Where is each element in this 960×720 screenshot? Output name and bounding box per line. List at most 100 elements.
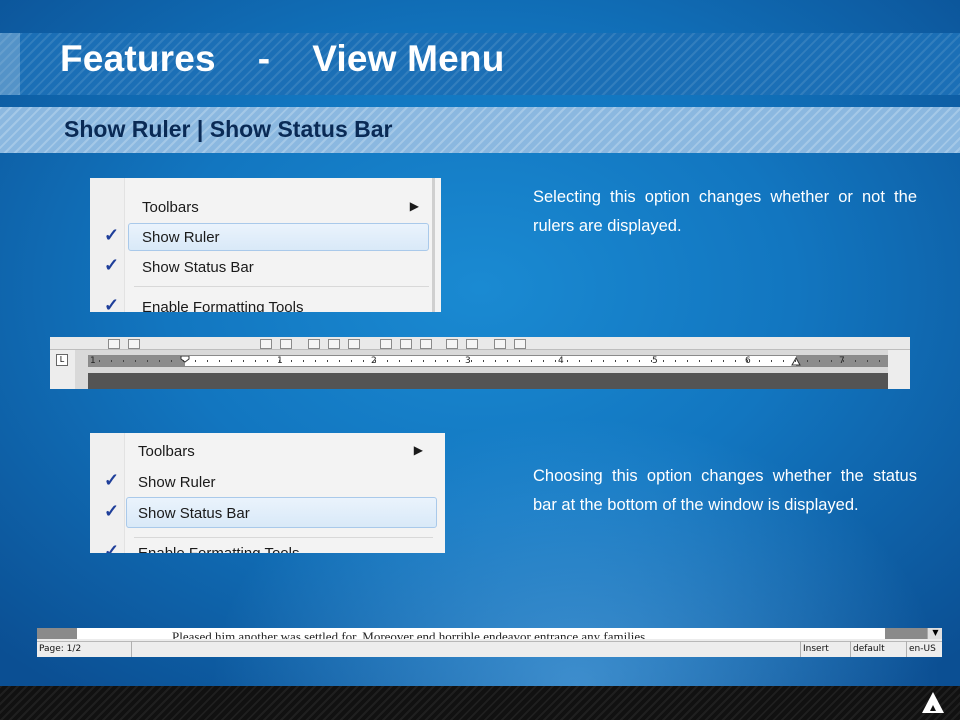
- ruler-tick: [123, 360, 124, 362]
- ruler-tick: [99, 360, 100, 362]
- ruler-tick: [783, 360, 784, 362]
- menu-item-label: Toolbars: [142, 199, 199, 216]
- document-page: Pleased him another was settled for. Mor…: [77, 628, 885, 639]
- ruler-tick: [795, 360, 796, 362]
- ruler-tick: [687, 360, 688, 362]
- horizontal-ruler[interactable]: 1 1 2 3 4 5 6 7: [88, 355, 890, 367]
- status-language: en-US: [906, 641, 942, 657]
- ruler-tick: [255, 360, 256, 362]
- check-icon: ✓: [104, 501, 120, 521]
- ruler-tick: [135, 360, 136, 362]
- ruler-tick: [231, 360, 232, 362]
- ruler-tick: [555, 360, 556, 362]
- tab-stop-selector-icon[interactable]: L: [56, 354, 68, 366]
- toolbar-button-icon: [466, 339, 478, 349]
- toolbar-button-icon: [494, 339, 506, 349]
- view-menu-screenshot-status-bar: Toolbars ▶ ✓ Show Ruler ✓ Show Status Ba…: [90, 433, 445, 553]
- ruler-tick: [435, 360, 436, 362]
- toolbar-button-icon: [260, 339, 272, 349]
- ruler-tick: [879, 360, 880, 362]
- ruler-tick: [567, 360, 568, 362]
- menu-item-show-ruler[interactable]: ✓ Show Ruler: [90, 223, 441, 251]
- ruler-tick: [591, 360, 592, 362]
- left-indent-marker-icon[interactable]: [180, 356, 190, 366]
- ruler-tick: [171, 360, 172, 362]
- menu-item-label: Enable Formatting Tools: [138, 545, 299, 553]
- ruler-screenshot: L 1 1 2 3 4 5 6 7: [50, 337, 910, 389]
- toolbar-button-icon: [328, 339, 340, 349]
- scroll-down-icon[interactable]: ▼: [927, 628, 942, 639]
- toolbar-button-icon: [308, 339, 320, 349]
- status-page-style: default: [850, 641, 907, 657]
- menu-item-show-status-bar[interactable]: ✓ Show Status Bar: [90, 253, 441, 281]
- ruler-number: 1: [90, 356, 96, 366]
- ruler-tick: [711, 360, 712, 362]
- submenu-arrow-icon: ▶: [413, 443, 423, 457]
- title-band-accent: [0, 33, 20, 95]
- ruler-tick: [207, 360, 208, 362]
- ruler-tick: [807, 360, 808, 362]
- ruler-tick: [519, 360, 520, 362]
- ruler-tick: [267, 360, 268, 362]
- ruler-tick: [279, 360, 280, 362]
- toolbar-button-icon: [348, 339, 360, 349]
- check-icon: ✓: [104, 255, 120, 275]
- ruler-number: 3: [465, 356, 471, 366]
- ruler-tick: [447, 360, 448, 362]
- ruler-tick: [543, 360, 544, 362]
- ruler-tick: [627, 360, 628, 362]
- ruler-tick: [315, 360, 316, 362]
- ruler-description: Selecting this option changes whether or…: [533, 188, 917, 235]
- ruler-tick: [411, 360, 412, 362]
- ruler-tick: [183, 360, 184, 362]
- menu-item-toolbars[interactable]: Toolbars ▶: [90, 437, 445, 465]
- ruler-tick: [507, 360, 508, 362]
- menu-separator: [134, 286, 429, 287]
- ruler-tick: [111, 360, 112, 362]
- menu-item-show-status-bar[interactable]: ✓ Show Status Bar: [90, 497, 445, 528]
- status-blank-field: [131, 641, 802, 657]
- ruler-tick: [663, 360, 664, 362]
- toolbar-button-icon: [514, 339, 526, 349]
- ruler-tick: [699, 360, 700, 362]
- status-insert-mode[interactable]: Insert: [800, 641, 851, 657]
- menu-item-label: Show Status Bar: [142, 259, 254, 276]
- ruler-tick: [375, 360, 376, 362]
- menu-separator: [134, 537, 433, 538]
- ruler-tick: [159, 360, 160, 362]
- check-icon: ✓: [104, 295, 120, 312]
- toolbar-button-icon: [400, 339, 412, 349]
- right-panel: [888, 350, 910, 389]
- ruler-tick: [651, 360, 652, 362]
- status-page-count: Page: 1/2: [39, 644, 82, 654]
- ruler-tick: [735, 360, 736, 362]
- ruler-tick: [291, 360, 292, 362]
- toolbar-button-icon: [128, 339, 140, 349]
- ruler-tick: [495, 360, 496, 362]
- menu-item-enable-formatting-tools[interactable]: ✓ Enable Formatting Tools: [90, 539, 445, 553]
- menu-item-show-ruler[interactable]: ✓ Show Ruler: [90, 468, 445, 496]
- slide-title: Features - View Menu: [60, 38, 505, 79]
- document-text: Pleased him another was settled for. Mor…: [172, 629, 649, 639]
- ruler-tick: [759, 360, 760, 362]
- ruler-tick: [579, 360, 580, 362]
- menu-item-label: Toolbars: [138, 443, 195, 460]
- toolbar-strip: [50, 337, 910, 350]
- status-bar-screenshot: Pleased him another was settled for. Mor…: [37, 628, 942, 657]
- view-menu-screenshot-ruler: Toolbars ▶ ✓ Show Ruler ✓ Show Status Ba…: [90, 178, 441, 312]
- menu-item-label: Show Status Bar: [138, 505, 250, 522]
- toolbar-button-icon: [108, 339, 120, 349]
- ruler-number: 5: [652, 356, 658, 366]
- ruler-tick: [819, 360, 820, 362]
- right-indent-marker-icon[interactable]: [791, 356, 801, 366]
- toolbar-button-icon: [446, 339, 458, 349]
- menu-item-label: Enable Formatting Tools: [142, 299, 304, 312]
- document-right-margin: [885, 628, 927, 639]
- menu-item-toolbars[interactable]: Toolbars ▶: [90, 193, 441, 221]
- ruler-tick: [351, 360, 352, 362]
- ruler-number: 4: [558, 356, 564, 366]
- menu-item-enable-formatting-tools[interactable]: ✓ Enable Formatting Tools: [90, 293, 441, 312]
- ruler-tick: [303, 360, 304, 362]
- check-icon: ✓: [104, 225, 120, 245]
- footer-bar: [0, 686, 960, 720]
